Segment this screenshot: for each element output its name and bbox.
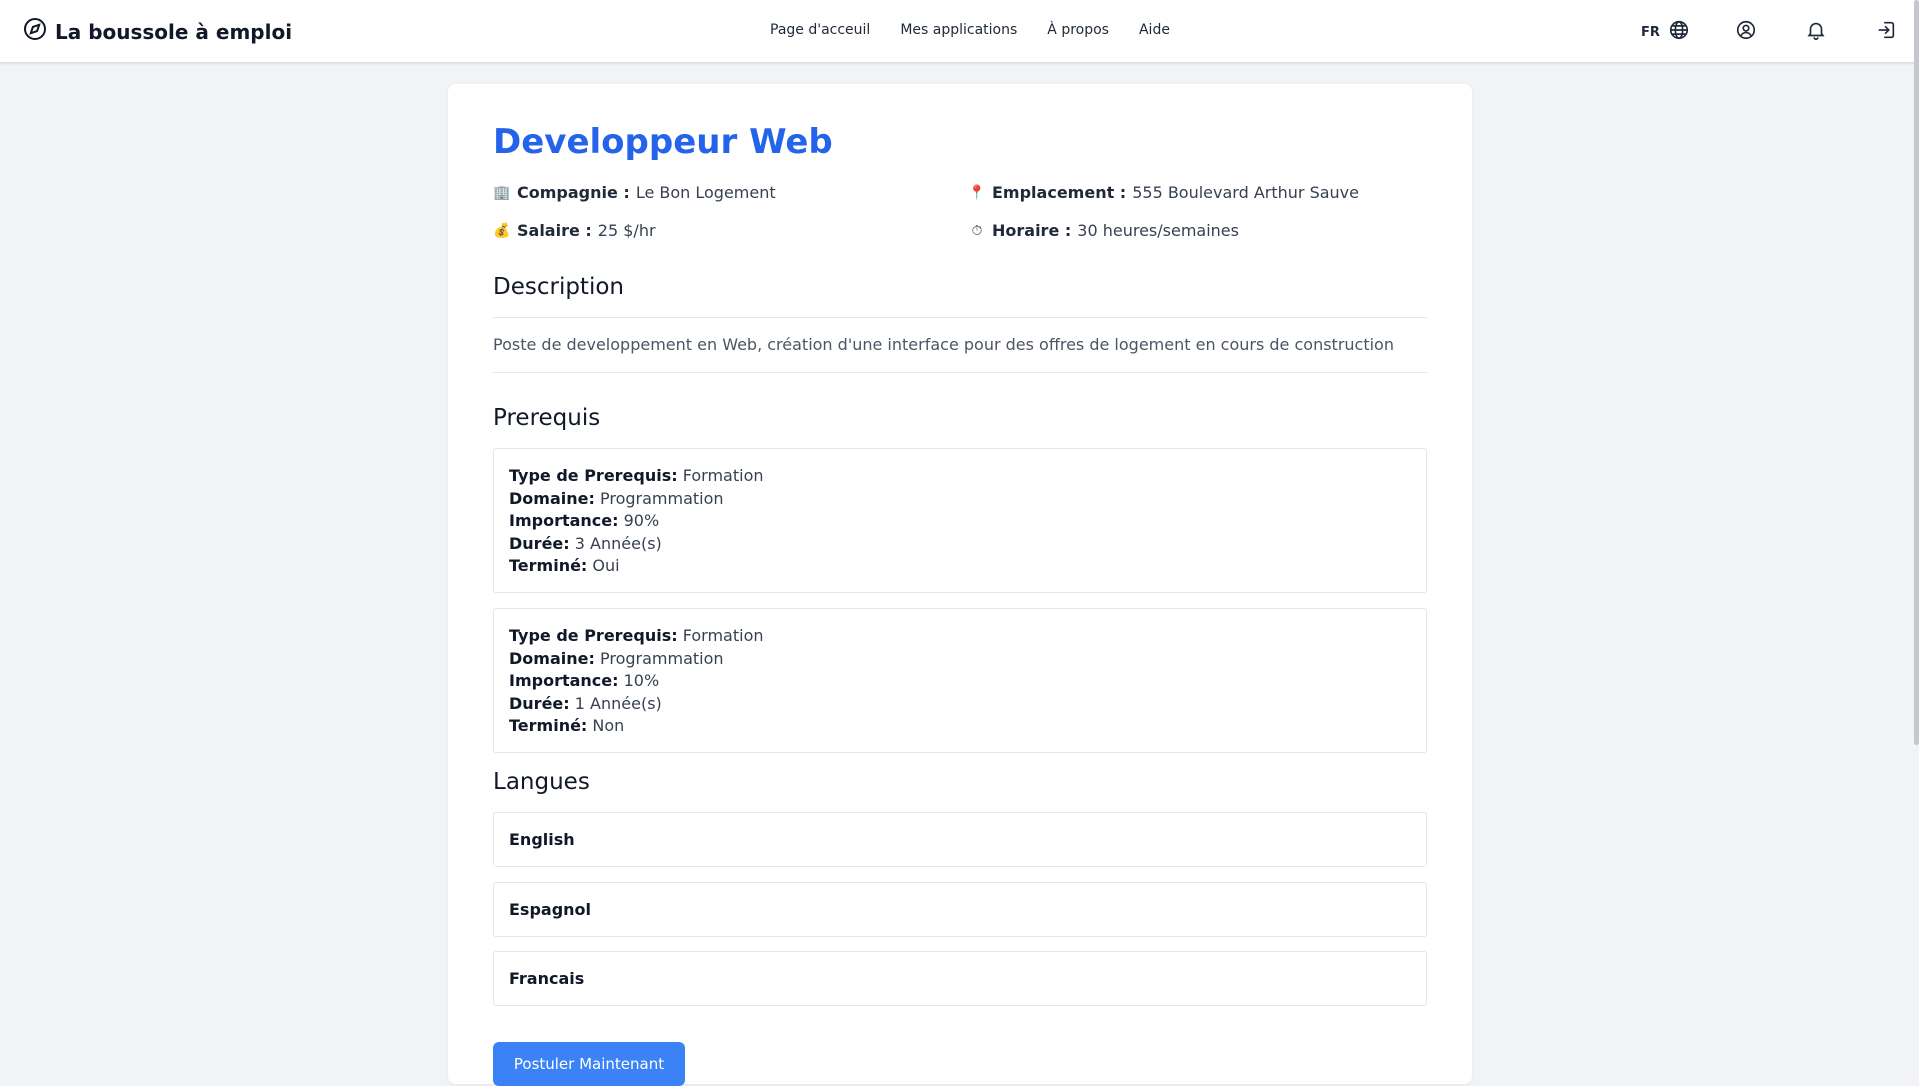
job-title: Developpeur Web xyxy=(493,122,833,162)
logout-icon[interactable] xyxy=(1875,19,1897,45)
prereq-done: Oui xyxy=(592,556,620,575)
prereq-domain-label: Domaine: xyxy=(509,488,595,508)
apply-now-button[interactable]: Postuler Maintenant xyxy=(493,1042,685,1086)
prereq-item: Type de Prerequis: Formation Domaine: Pr… xyxy=(493,448,1427,593)
salary-label: Salaire : xyxy=(517,221,592,240)
divider xyxy=(493,317,1427,318)
location-value: 555 Boulevard Arthur Sauve xyxy=(1132,183,1359,202)
globe-icon xyxy=(1668,19,1690,45)
brand[interactable]: La boussole à emploi xyxy=(23,17,292,46)
languages-heading: Langues xyxy=(493,769,590,795)
prereq-type: Formation xyxy=(682,626,764,645)
prereq-domain: Programmation xyxy=(599,648,724,668)
description-heading: Description xyxy=(493,274,624,300)
prereq-duration: 1 Année(s) xyxy=(574,693,662,713)
nav-my-applications[interactable]: Mes applications xyxy=(900,22,1017,38)
job-detail-card: Developpeur Web 🏢 Compagnie : Le Bon Log… xyxy=(448,84,1472,1086)
prereq-type: Formation xyxy=(682,466,764,485)
prereq-done-label: Terminé: xyxy=(509,556,588,575)
schedule-label: Horaire : xyxy=(992,221,1072,240)
user-icon[interactable] xyxy=(1735,19,1757,45)
job-description: Poste de developpement en Web, création … xyxy=(493,335,1394,354)
brand-name: La boussole à emploi xyxy=(55,19,293,44)
prereq-heading: Prerequis xyxy=(493,405,601,431)
location-label: Emplacement : xyxy=(992,183,1127,202)
language-code: FR xyxy=(1641,24,1660,40)
prereq-type-label: Type de Prerequis: xyxy=(509,626,678,645)
prereq-done: Non xyxy=(592,716,625,735)
location-info: 📍 Emplacement : 555 Boulevard Arthur Sau… xyxy=(968,183,1359,202)
prereq-type-label: Type de Prerequis: xyxy=(509,466,678,485)
prereq-importance-label: Importance: xyxy=(509,511,619,530)
prereq-importance: 10% xyxy=(623,671,660,690)
bell-icon[interactable] xyxy=(1805,19,1827,45)
language-switcher[interactable]: FR xyxy=(1641,19,1690,45)
prereq-duration-label: Durée: xyxy=(509,693,570,713)
schedule-info: ⏱ Horaire : 30 heures/semaines xyxy=(968,221,1239,240)
language-item: English xyxy=(493,812,1427,867)
salary-value: 25 $/hr xyxy=(597,221,656,240)
language-item: Espagnol xyxy=(493,882,1427,937)
prereq-duration: 3 Année(s) xyxy=(574,533,662,553)
prereq-domain: Programmation xyxy=(599,488,724,508)
top-navbar: La boussole à emploi Page d'acceuil Mes … xyxy=(0,0,1919,62)
company-info: 🏢 Compagnie : Le Bon Logement xyxy=(493,183,776,202)
prereq-item: Type de Prerequis: Formation Domaine: Pr… xyxy=(493,608,1427,753)
building-icon: 🏢 xyxy=(493,184,511,201)
main-nav: Page d'acceuil Mes applications À propos… xyxy=(770,22,1170,38)
prereq-importance-label: Importance: xyxy=(509,671,619,690)
stopwatch-icon: ⏱ xyxy=(971,222,983,239)
company-label: Compagnie : xyxy=(517,183,630,202)
pin-icon: 📍 xyxy=(968,184,986,201)
prereq-domain-label: Domaine: xyxy=(509,648,595,668)
prereq-done-label: Terminé: xyxy=(509,716,588,735)
money-bag-icon: 💰 xyxy=(493,222,511,239)
prereq-duration-label: Durée: xyxy=(509,533,570,553)
nav-home[interactable]: Page d'acceuil xyxy=(770,22,870,38)
nav-about[interactable]: À propos xyxy=(1047,22,1109,38)
salary-info: 💰 Salaire : 25 $/hr xyxy=(493,221,656,240)
divider xyxy=(493,372,1427,373)
schedule-value: 30 heures/semaines xyxy=(1077,221,1239,240)
nav-help[interactable]: Aide xyxy=(1139,22,1170,38)
page-scrollbar[interactable] xyxy=(1914,0,1919,745)
prereq-importance: 90% xyxy=(623,511,660,530)
language-item: Francais xyxy=(493,951,1427,1006)
company-value: Le Bon Logement xyxy=(635,183,776,202)
compass-icon xyxy=(23,17,47,46)
